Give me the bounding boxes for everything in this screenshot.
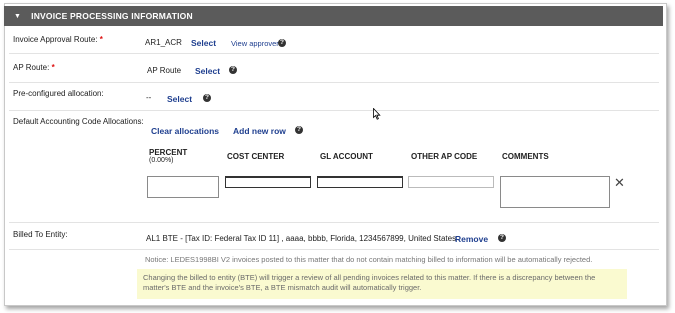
clear-allocations-link[interactable]: Clear allocations (151, 126, 219, 136)
cost-center-input[interactable] (225, 176, 311, 188)
approval-help-icon[interactable]: ? (278, 39, 286, 47)
gl-account-input[interactable] (317, 176, 403, 188)
view-approvers-link[interactable]: View approvers (231, 39, 283, 48)
allocations-label: Default Accounting Code Allocations: (13, 117, 144, 126)
allocations-help-icon[interactable]: ? (295, 126, 303, 134)
divider (9, 249, 659, 250)
mouse-cursor-icon (373, 108, 381, 120)
col-other-ap-code: OTHER AP CODE (411, 152, 478, 161)
preconfig-value: -- (146, 93, 152, 102)
section-header[interactable]: ▼ INVOICE PROCESSING INFORMATION (4, 6, 663, 26)
ap-route-help-icon[interactable]: ? (229, 66, 237, 74)
section-title: INVOICE PROCESSING INFORMATION (31, 11, 193, 21)
approval-route-select-link[interactable]: Select (191, 38, 216, 48)
col-gl-account: GL ACCOUNT (320, 152, 373, 161)
col-cost-center: COST CENTER (227, 152, 285, 161)
ap-route-label: AP Route: * (13, 63, 55, 72)
ap-route-select-link[interactable]: Select (195, 66, 220, 76)
divider (9, 82, 659, 83)
divider (9, 222, 659, 223)
preconfig-help-icon[interactable]: ? (203, 94, 211, 102)
billed-to-entity-value: AL1 BTE - [Tax ID: Federal Tax ID 11] , … (146, 234, 457, 243)
preconfig-label: Pre-configured allocation: (13, 89, 104, 98)
billed-to-entity-label: Billed To Entity: (13, 230, 68, 239)
divider (9, 110, 659, 111)
col-percent: PERCENT (149, 148, 188, 157)
collapse-caret-icon[interactable]: ▼ (14, 13, 21, 20)
required-marker: * (51, 63, 55, 72)
comments-textarea[interactable] (500, 176, 610, 208)
approval-route-label: Invoice Approval Route: * (13, 35, 103, 44)
percent-input[interactable] (147, 176, 219, 198)
col-percent-format: (0.00%) (149, 157, 174, 164)
billed-help-icon[interactable]: ? (498, 234, 506, 242)
other-ap-code-input[interactable] (408, 176, 494, 188)
col-comments: COMMENTS (502, 152, 549, 161)
required-marker: * (99, 35, 103, 44)
bte-warning-box: Changing the billed to entity (BTE) will… (137, 269, 627, 299)
ap-route-value: AP Route (147, 66, 182, 75)
remove-bte-link[interactable]: Remove (455, 234, 488, 244)
approval-route-value: AR1_ACR (145, 38, 182, 47)
divider (9, 53, 659, 54)
add-new-row-link[interactable]: Add new row (233, 126, 286, 136)
remove-row-close-icon[interactable]: ✕ (614, 176, 625, 189)
preconfig-select-link[interactable]: Select (167, 94, 192, 104)
ledes-notice: Notice: LEDES1998BI V2 invoices posted t… (145, 255, 593, 264)
